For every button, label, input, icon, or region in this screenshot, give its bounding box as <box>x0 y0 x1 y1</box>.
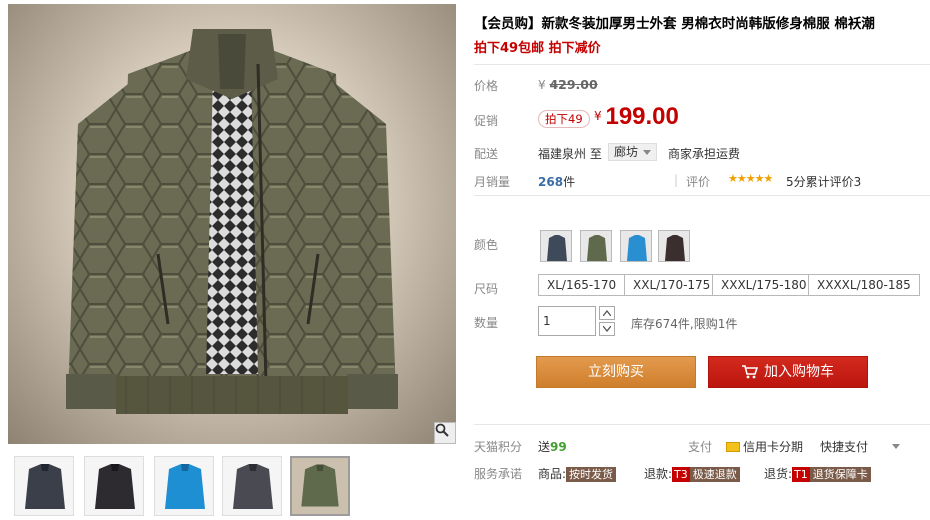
add-to-cart-button[interactable]: 加入购物车 <box>708 356 868 388</box>
promo-label: 促销 <box>474 114 499 128</box>
points-info: 送99 <box>538 438 567 455</box>
chevron-up-icon <box>603 310 611 316</box>
color-option-3[interactable] <box>620 230 652 262</box>
points-value: 99 <box>550 440 567 454</box>
quantity-decrease-button[interactable] <box>599 322 615 336</box>
return-code-badge: T1 <box>792 467 810 482</box>
color-option-4[interactable] <box>658 230 690 262</box>
original-price: ¥ 429.00 <box>538 77 598 92</box>
ship-from: 福建泉州 至 <box>538 147 602 161</box>
color-option-2[interactable] <box>580 230 612 262</box>
quantity-increase-button[interactable] <box>599 306 615 320</box>
goods-label: 商品: <box>538 467 567 481</box>
chevron-down-icon <box>643 150 652 155</box>
main-product-image[interactable] <box>8 4 456 444</box>
thumbnail-2[interactable] <box>84 456 144 516</box>
promo-price: ¥ 199.00 <box>594 103 679 131</box>
monthly-sales-label: 月销量 <box>474 175 511 189</box>
thumbnail-1[interactable] <box>14 456 74 516</box>
jacket-illustration <box>66 29 398 414</box>
magnifier-icon <box>435 423 449 437</box>
size-option-xxxl[interactable]: XXXL/175-180 <box>712 274 816 296</box>
chevron-down-icon <box>892 444 900 449</box>
cart-icon <box>742 365 759 379</box>
credit-installment-label: 信用卡分期 <box>743 440 804 454</box>
shipping-label: 配送 <box>474 147 499 161</box>
quantity-label: 数量 <box>474 316 499 330</box>
currency-symbol: ¥ <box>538 78 546 92</box>
monthly-sales: 268件 <box>538 173 575 190</box>
sales-count-value: 268 <box>538 175 564 189</box>
jacket-thumbnail-icon <box>85 457 143 515</box>
thumbnail-5[interactable] <box>290 456 350 516</box>
sales-unit: 件 <box>563 175 576 189</box>
promo-currency-symbol: ¥ <box>594 109 602 123</box>
jacket-thumbnail-icon <box>292 458 348 514</box>
destination-select[interactable]: 廊坊 <box>608 143 658 161</box>
jacket-swatch-icon <box>581 231 611 261</box>
zoom-button[interactable] <box>434 422 456 444</box>
product-info: 【会员购】新款冬装加厚男士外套 男棉衣时尚韩版修身棉服 棉袄潮 拍下49包邮 拍… <box>474 0 930 520</box>
buy-now-button[interactable]: 立刻购买 <box>536 356 696 388</box>
quantity-input[interactable] <box>538 306 596 336</box>
promo-line: 拍下49包邮 拍下减价 <box>474 41 601 56</box>
jacket-thumbnail-icon <box>15 457 73 515</box>
divider: | <box>674 173 679 187</box>
goods-tag[interactable]: 按时发货 <box>566 467 617 482</box>
credit-card-icon <box>726 442 740 452</box>
thumbnail-3[interactable] <box>154 456 214 516</box>
jacket-swatch-icon <box>541 231 571 261</box>
size-option-xxxxl[interactable]: XXXXL/180-185 <box>808 274 920 296</box>
stock-info: 库存674件,限购1件 <box>631 317 738 331</box>
jacket-swatch-icon <box>659 231 689 261</box>
promo-badge: 拍下49 <box>538 110 590 128</box>
shipping-fee: 商家承担运费 <box>668 147 741 161</box>
refund-label: 退款: <box>644 467 673 481</box>
refund-code-badge: T3 <box>672 467 690 482</box>
thumbnail-4[interactable] <box>222 456 282 516</box>
refund-promise: 退款: T3 极速退款 <box>644 465 740 482</box>
price-label: 价格 <box>474 79 499 93</box>
jacket-thumbnail-icon <box>155 457 213 515</box>
refund-tag[interactable]: 极速退款 <box>689 467 740 482</box>
services-panel: 天猫积分 送99 支付 信用卡分期 快捷支付 服务承诺 商品: 按时发货 退款: T… <box>474 424 930 486</box>
destination-value: 廊坊 <box>614 145 639 159</box>
color-label: 颜色 <box>474 238 499 252</box>
quick-pay-dropdown[interactable]: 快捷支付 <box>820 438 868 455</box>
rating-stars-icon: ★★★★★ <box>728 172 773 185</box>
product-title: 【会员购】新款冬装加厚男士外套 男棉衣时尚韩版修身棉服 棉袄潮 <box>474 16 875 32</box>
size-label: 尺码 <box>474 282 499 296</box>
return-label: 退货: <box>764 467 793 481</box>
size-option-xl[interactable]: XL/165-170 <box>538 274 626 296</box>
size-option-xxl[interactable]: XXL/170-175 <box>624 274 720 296</box>
price-panel: 价格 ¥ 429.00 促销 拍下49 ¥ 199.00 配送 福建泉州 至 廊… <box>474 64 930 196</box>
rating-link[interactable]: 5分累计评价3 <box>786 173 861 190</box>
original-price-value: 429.00 <box>549 77 598 92</box>
chevron-down-icon <box>603 326 611 332</box>
jacket-swatch-icon <box>621 231 651 261</box>
points-prefix: 送 <box>538 440 551 454</box>
product-gallery <box>0 0 460 520</box>
service-promise-label: 服务承诺 <box>474 467 523 481</box>
color-option-1[interactable] <box>540 230 572 262</box>
rating-label: 评价 <box>686 175 711 189</box>
active-indicator-icon <box>314 456 326 457</box>
payment-label: 支付 <box>688 440 713 454</box>
points-label: 天猫积分 <box>474 440 523 454</box>
return-tag[interactable]: 退货保障卡 <box>809 467 871 482</box>
promo-price-value: 199.00 <box>605 103 679 130</box>
jacket-thumbnail-icon <box>223 457 281 515</box>
credit-installment[interactable]: 信用卡分期 <box>726 438 803 455</box>
return-promise: 退货: T1 退货保障卡 <box>764 465 871 482</box>
buy-now-label: 立刻购买 <box>588 364 644 380</box>
add-to-cart-label: 加入购物车 <box>764 364 834 380</box>
goods-promise: 商品: 按时发货 <box>538 465 617 482</box>
thumbnail-strip <box>14 456 454 516</box>
